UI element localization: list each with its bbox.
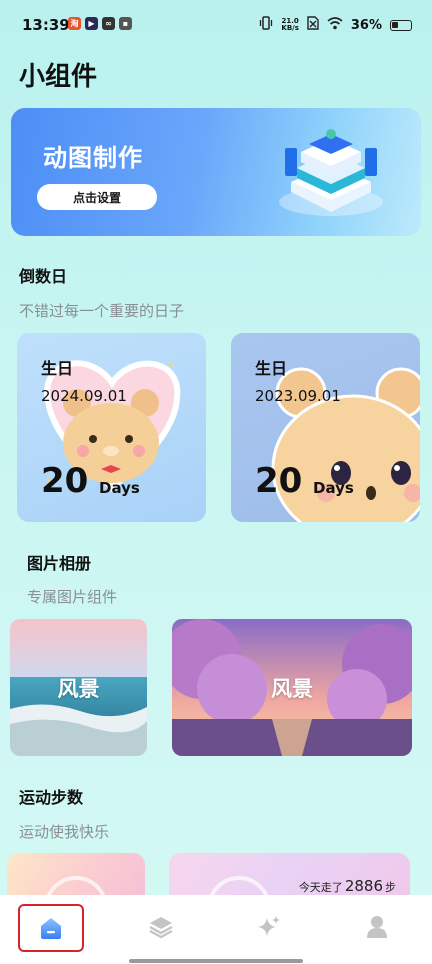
battery-icon [390,19,412,31]
wifi-icon [327,16,343,34]
steps-section-title: 运动步数 [19,788,84,807]
network-speed: 21.0 KB/s [281,18,298,32]
today-steps-prefix: 今天走了 [298,881,343,894]
app-notification-icon: 淘 [68,17,81,30]
countdown-label: 生日 [41,359,74,378]
album-section-subtitle: 专属图片组件 [27,588,118,606]
album-section-title: 图片相册 [27,554,92,573]
step-card-2[interactable]: 今天走了 2886 步 [169,853,410,895]
tab-layers[interactable] [141,909,181,945]
today-steps-suffix: 步 [385,881,396,894]
status-app-icons: 淘 ▶ ∞ ▪ [68,17,132,30]
tab-sparkle[interactable] [249,909,289,945]
play-app-icon: ▶ [85,17,98,30]
countdown-section-subtitle: 不错过每一个重要的日子 [19,302,185,320]
photo-label: 风景 [271,676,313,701]
battery-percent: 36% [350,17,382,33]
gif-maker-banner[interactable]: 动图制作 点击设置 [11,108,421,236]
progress-ring-decoration [46,876,106,895]
vibrate-icon [259,16,273,34]
home-icon [41,918,61,939]
sparkle-icon [258,916,280,936]
gamepad-app-icon: ▪ [119,17,132,30]
photo-card-seascape[interactable]: 风景 [10,619,147,756]
bottom-tab-bar [0,895,432,964]
banner-title: 动图制作 [43,144,143,172]
home-indicator [129,959,303,963]
countdown-card-2[interactable]: 生日 2023.09.01 20 Days [231,333,420,522]
page-title: 小组件 [19,62,98,92]
layers-icon [149,917,173,939]
user-icon [367,916,387,938]
link-app-icon: ∞ [102,17,115,30]
photo-label: 风景 [57,676,100,701]
today-steps-text: 今天走了 2886 步 [299,877,396,895]
svg-text:✦: ✦ [167,360,175,371]
network-speed-unit: KB/s [281,24,299,32]
countdown-date: 2023.09.01 [255,387,341,405]
status-time: 13:39 [22,16,70,34]
photo-card-sakura-lake[interactable]: 风景 [172,619,412,756]
status-right: 21.0 KB/s 36% [259,16,412,34]
status-bar: 13:39 淘 ▶ ∞ ▪ 21.0 KB/s 36% [0,0,432,48]
countdown-days-number: 20 [255,461,303,501]
step-card-1[interactable] [7,853,145,895]
countdown-days-unit: Days [99,479,140,497]
today-steps-count: 2886 [344,877,383,895]
banner-settings-button[interactable]: 点击设置 [37,184,157,210]
steps-section-subtitle: 运动使我快乐 [19,823,110,841]
tab-home[interactable] [18,904,84,952]
countdown-days-unit: Days [313,479,354,497]
cube-stack-illustration [279,129,383,216]
no-sim-icon [307,16,319,34]
countdown-label: 生日 [255,359,288,378]
tab-profile[interactable] [357,909,397,945]
countdown-section-title: 倒数日 [19,267,68,286]
countdown-date: 2024.09.01 [41,387,127,405]
countdown-card-1[interactable]: ✦ ✦ 生日 2024.09.01 20 Days [17,333,206,522]
countdown-days-number: 20 [41,461,89,501]
